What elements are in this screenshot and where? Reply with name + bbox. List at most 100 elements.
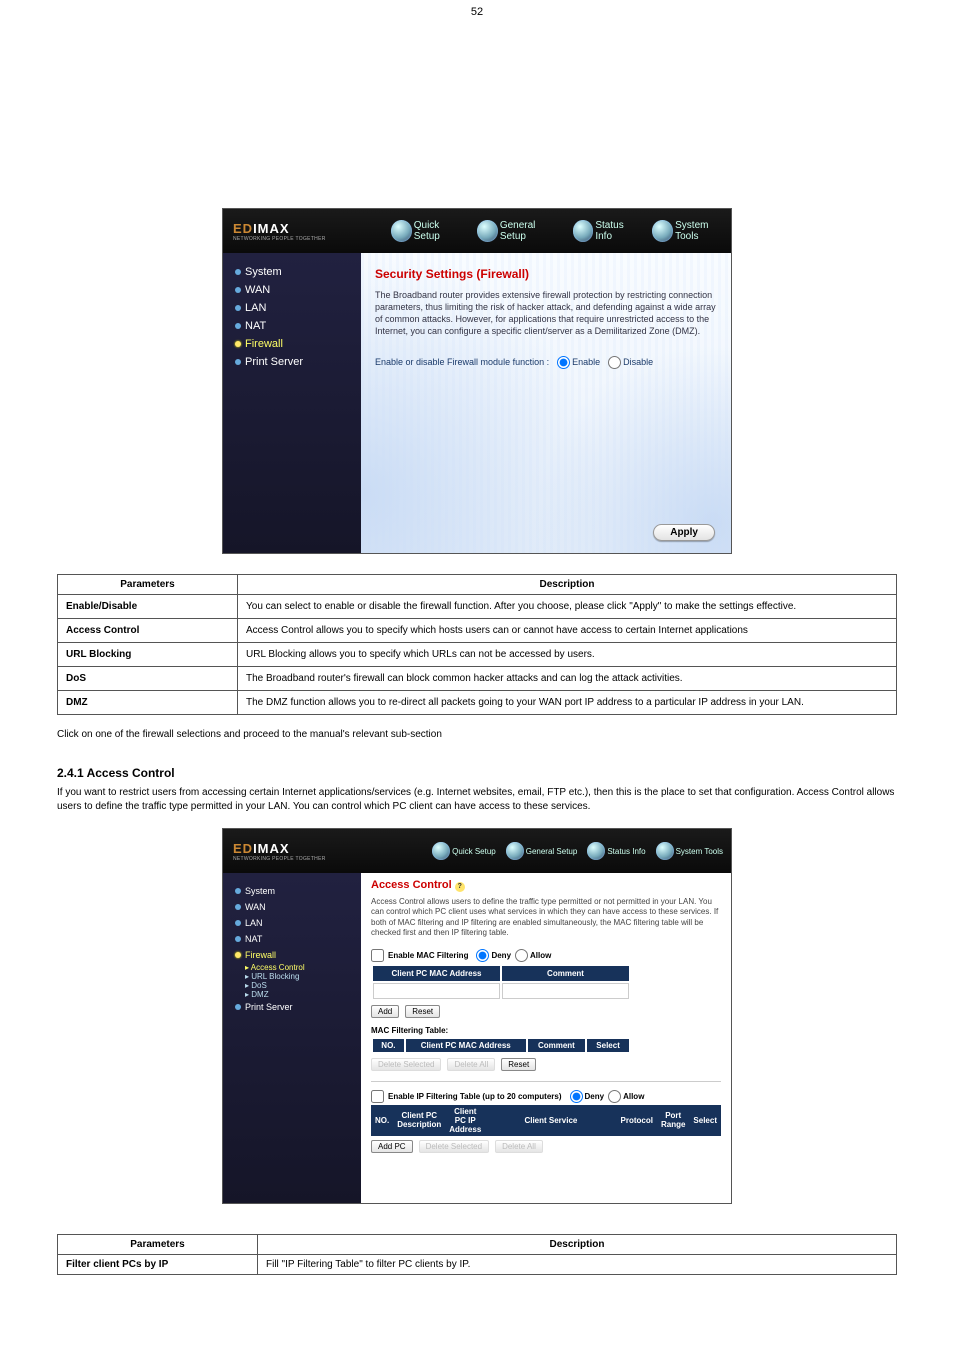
th-params: Parameters (58, 575, 238, 595)
sidebar-sub-access[interactable]: ▸ Access Control (231, 963, 353, 972)
dot-icon (235, 904, 241, 910)
dot-icon (235, 920, 241, 926)
heading-241: 2.4.1 Access Control (57, 766, 897, 780)
cell-label: DMZ (58, 691, 238, 715)
th-select: Select (689, 1105, 721, 1136)
th-select: Select (587, 1039, 629, 1052)
radio-label: Disable (623, 357, 653, 367)
cell-value: The DMZ function allows you to re-direct… (238, 691, 897, 715)
th-cservice: Client Service (485, 1105, 616, 1136)
tab-general-setup[interactable]: General Setup (477, 220, 561, 242)
sidebar-label: Print Server (245, 1002, 293, 1012)
sidebar-item-firewall[interactable]: Firewall (231, 335, 353, 353)
dot-icon (235, 888, 241, 894)
sidebar-item-nat[interactable]: NAT (231, 317, 353, 335)
brand-word: EDIMAX (233, 221, 361, 236)
th-comment: Comment (502, 966, 629, 981)
delete-all-button[interactable]: Delete All (447, 1058, 495, 1071)
th-proto: Protocol (617, 1105, 657, 1136)
tab-status-info[interactable]: Status Info (587, 842, 645, 860)
sidebar-sub-url[interactable]: ▸ URL Blocking (231, 972, 353, 981)
top-tabs: Quick Setup General Setup Status Info Sy… (361, 842, 731, 860)
comment-input[interactable] (505, 987, 626, 996)
sidebar: System WAN LAN NAT Firewall Print Server (223, 253, 361, 553)
dot-icon (235, 269, 241, 275)
sidebar-item-nat[interactable]: NAT (231, 931, 353, 947)
section-title: Security Settings (Firewall) (375, 267, 717, 281)
radio-allow[interactable]: Allow (515, 949, 551, 962)
sidebar-item-print-server[interactable]: Print Server (231, 999, 353, 1015)
sidebar: System WAN LAN NAT Firewall ▸ Access Con… (223, 873, 361, 1203)
brand-tagline: NETWORKING PEOPLE TOGETHER (233, 236, 361, 242)
radio-deny[interactable]: Deny (570, 1090, 605, 1103)
reset-button[interactable]: Reset (405, 1005, 440, 1018)
mac-filter-checkbox[interactable] (371, 949, 384, 962)
tab-quick-setup[interactable]: Quick Setup (391, 220, 465, 242)
th-no: NO. (371, 1105, 393, 1136)
brand-block: EDIMAX NETWORKING PEOPLE TOGETHER (223, 221, 361, 242)
sidebar-item-lan[interactable]: LAN (231, 299, 353, 317)
para-241: If you want to restrict users from acces… (57, 786, 897, 814)
tab-status-info[interactable]: Status Info (573, 220, 641, 242)
ip-filter-checkbox[interactable] (371, 1090, 384, 1103)
tab-system-tools[interactable]: System Tools (656, 842, 723, 860)
th-port: Port Range (657, 1105, 689, 1136)
sidebar-label: Print Server (245, 356, 303, 368)
tab-label: System Tools (675, 220, 731, 242)
th-desc: Description (258, 1235, 897, 1255)
sidebar-item-lan[interactable]: LAN (231, 915, 353, 931)
sidebar-item-wan[interactable]: WAN (231, 899, 353, 915)
th-params: Parameters (58, 1235, 258, 1255)
radio-enable[interactable]: Enable (557, 356, 600, 369)
radio-disable[interactable]: Disable (608, 356, 653, 369)
th-cpc-ip: Client PC IP Address (445, 1105, 485, 1136)
firewall-content: Security Settings (Firewall) The Broadba… (361, 253, 731, 553)
radio-label: Allow (623, 1092, 644, 1101)
mac-input[interactable] (376, 987, 497, 996)
dot-icon (235, 323, 241, 329)
section-desc: The Broadband router provides extensive … (375, 289, 717, 338)
dot-icon (235, 359, 241, 365)
add-button[interactable]: Add (371, 1005, 399, 1018)
brand-tagline: NETWORKING PEOPLE TOGETHER (233, 856, 361, 862)
add-pc-button[interactable]: Add PC (371, 1140, 413, 1153)
tab-label: General Setup (500, 220, 561, 242)
ip-filter-table: NO. Client PC Description Client PC IP A… (371, 1105, 721, 1136)
sidebar-item-firewall[interactable]: Firewall (231, 947, 353, 963)
radio-allow[interactable]: Allow (608, 1090, 644, 1103)
dot-icon (235, 341, 241, 347)
globe-icon (506, 842, 524, 860)
sidebar-item-system[interactable]: System (231, 263, 353, 281)
access-control-screenshot: EDIMAX NETWORKING PEOPLE TOGETHER Quick … (222, 828, 732, 1204)
access-control-content: Access Control ? Access Control allows u… (361, 873, 731, 1203)
globe-icon (656, 842, 674, 860)
delete-all-button[interactable]: Delete All (495, 1140, 543, 1153)
sidebar-label: LAN (245, 302, 266, 314)
radio-label: Deny (491, 951, 511, 960)
firewall-screenshot: EDIMAX NETWORKING PEOPLE TOGETHER Quick … (222, 208, 732, 554)
delete-selected-button[interactable]: Delete Selected (419, 1140, 489, 1153)
sidebar-sub-dmz[interactable]: ▸ DMZ (231, 990, 353, 999)
apply-button[interactable]: Apply (653, 524, 715, 541)
sidebar-item-print-server[interactable]: Print Server (231, 353, 353, 371)
sidebar-item-wan[interactable]: WAN (231, 281, 353, 299)
delete-selected-button[interactable]: Delete Selected (371, 1058, 441, 1071)
sidebar-sub-dos[interactable]: ▸ DoS (231, 981, 353, 990)
tab-system-tools[interactable]: System Tools (652, 220, 731, 242)
tab-label: Status Info (607, 847, 645, 856)
help-icon[interactable]: ? (455, 882, 465, 892)
cell-value: You can select to enable or disable the … (238, 595, 897, 619)
reset-button[interactable]: Reset (501, 1058, 536, 1071)
globe-icon (652, 220, 673, 242)
ip-filter-label: Enable IP Filtering Table (up to 20 comp… (388, 1092, 562, 1101)
tab-general-setup[interactable]: General Setup (506, 842, 578, 860)
radio-label: Enable (572, 357, 600, 367)
dot-icon (235, 287, 241, 293)
globe-icon (587, 842, 605, 860)
radio-deny[interactable]: Deny (476, 949, 511, 962)
tab-quick-setup[interactable]: Quick Setup (432, 842, 496, 860)
sidebar-item-system[interactable]: System (231, 883, 353, 899)
brand-block: EDIMAX NETWORKING PEOPLE TOGETHER (223, 841, 361, 862)
th-comment: Comment (528, 1039, 585, 1052)
tab-label: Quick Setup (452, 847, 496, 856)
